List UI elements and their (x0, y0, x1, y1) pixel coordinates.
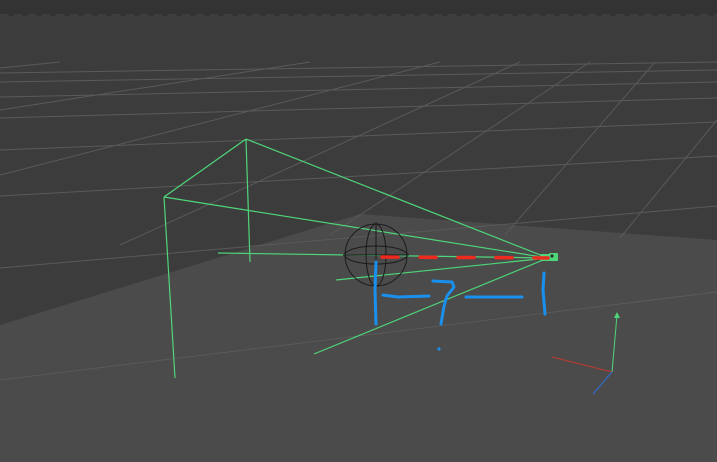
viewport-header-bar (0, 0, 717, 17)
blue-mark-left-bracket (373, 260, 378, 326)
blue-mark-right-bracket (541, 271, 547, 316)
blue-mark-dot (437, 347, 441, 351)
blue-mark-dash-left (381, 293, 431, 299)
header-dashed-separator (0, 14, 717, 16)
app-window (0, 0, 717, 462)
viewport-canvas[interactable] (0, 16, 717, 462)
3d-viewport[interactable] (0, 16, 717, 462)
